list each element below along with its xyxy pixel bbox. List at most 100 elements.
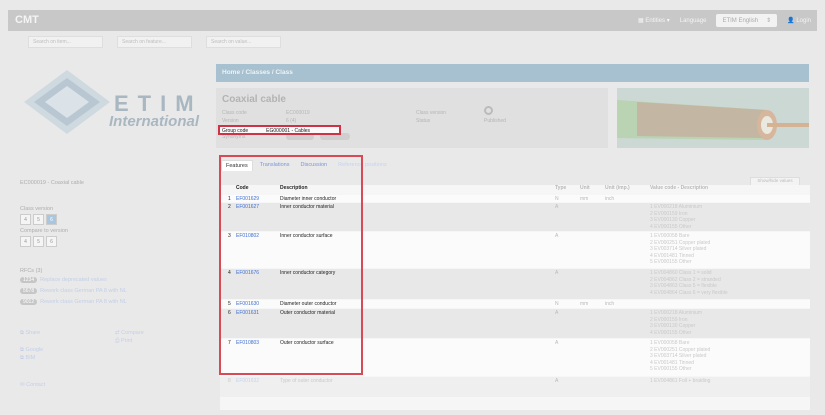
search-value-input[interactable]: Search on value... xyxy=(206,36,281,48)
compare-4-button[interactable]: 4 xyxy=(20,236,31,247)
row-number: 2 xyxy=(228,204,231,210)
user-icon: 👤 xyxy=(787,18,797,24)
brand-logo[interactable]: CMT xyxy=(15,14,39,26)
version-label: Version xyxy=(222,118,239,124)
table-row: 1 EF001629 Diameter inner conductor Nmm inch xyxy=(220,195,810,202)
rfcs-label: RFCs (3) xyxy=(20,268,43,274)
value-list: 1 EV004861 Foil + braiding xyxy=(650,378,711,384)
feature-type: N xyxy=(555,196,559,202)
class-title: Coaxial cable xyxy=(222,94,286,105)
chevron-down-icon: ⇕ xyxy=(766,18,772,24)
feature-code-link[interactable]: EF001631 xyxy=(236,310,259,316)
rfc-item[interactable]: 9012 Rework class German PA 8 with NL xyxy=(20,299,127,305)
feature-description: Type of outer conductor xyxy=(280,378,333,384)
feature-unit: mm xyxy=(580,301,589,307)
feature-description: Outer conductor surface xyxy=(280,340,334,346)
feature-description: Inner conductor category xyxy=(280,270,336,276)
google-link[interactable]: ⧉ Google xyxy=(20,347,43,354)
feature-code-link[interactable]: EF010803 xyxy=(236,340,259,346)
rfc-item[interactable]: 5678 Rework class German PA 8 with NL xyxy=(20,288,127,294)
feature-type: A xyxy=(555,233,559,239)
class-code-value: EC000019 xyxy=(286,110,310,116)
group-code-label: Group code xyxy=(222,128,249,134)
rfc-tag: 1234 xyxy=(20,277,38,283)
features-table: Code Description Type Unit Unit (imp.) V… xyxy=(220,185,810,410)
share-link[interactable]: ⧉ Share xyxy=(20,330,40,337)
entities-menu[interactable]: ▦ Entities ▾ xyxy=(638,17,670,24)
class-info-panel: Coaxial cable Class code EC000019 Versio… xyxy=(216,88,608,148)
value-list: 1 EV000218 Aluminium 2 EV000159 Iron 3 EV0… xyxy=(650,204,702,230)
value-list: 1 EV000058 Bare 2 EV000251 Copper plated 3… xyxy=(650,233,711,265)
search-bar: Search on item... Search on feature... S… xyxy=(8,36,817,52)
class-version-info-label: Class version xyxy=(416,110,447,116)
table-row: 7 EF010803 Outer conductor surface A 1 EV000… xyxy=(220,339,810,376)
row-number: 8 xyxy=(228,378,231,384)
rfc-tag: 9012 xyxy=(20,299,38,305)
sidebar-class-title: EC000019 - Coaxial cable xyxy=(20,180,84,186)
feature-code-link[interactable]: EF001676 xyxy=(236,270,259,276)
rfc-item[interactable]: 1234 Replace deprecated values xyxy=(20,277,107,283)
bim-link[interactable]: ⧉ BIM xyxy=(20,355,35,362)
contact-link[interactable]: ✉ Contact xyxy=(20,382,45,388)
value-list: 1 EV000218 Aluminium 2 EV000159 Iron 3 EV0… xyxy=(650,310,702,336)
version-value: 6 (4) xyxy=(286,118,297,124)
feature-type: A xyxy=(555,310,559,316)
row-number: 6 xyxy=(228,310,231,316)
feature-code-link[interactable]: EF001632 xyxy=(236,378,259,384)
rfc-tag: 5678 xyxy=(20,288,38,294)
version-4-button[interactable]: 4 xyxy=(20,214,31,225)
table-row: 5 EF001630 Diameter outer conductor Nmm inch xyxy=(220,300,810,308)
feature-code-link[interactable]: EF001627 xyxy=(236,204,259,210)
feature-unit-imperial: inch xyxy=(605,196,615,202)
top-navbar: CMT ▦ Entities ▾ Language ETIM English ⇕ … xyxy=(8,10,817,31)
version-5-button[interactable]: 5 xyxy=(33,214,44,225)
compare-link[interactable]: ⇄ Compare xyxy=(115,330,144,336)
row-number: 7 xyxy=(228,340,231,346)
group-code-highlight: Group code EG000001 - Cables xyxy=(218,125,341,135)
class-code-label: Class code xyxy=(222,110,247,116)
language-select[interactable]: ETIM English ⇕ xyxy=(716,14,778,27)
row-number: 5 xyxy=(228,301,231,307)
table-row: 2 EF001627 Inner conductor material A 1 EV00… xyxy=(220,203,810,231)
print-link[interactable]: ⎙ Print xyxy=(115,338,132,345)
feature-type: A xyxy=(555,204,559,210)
tab-translations[interactable]: Translations xyxy=(256,160,294,171)
row-number: 1 xyxy=(228,196,231,202)
feature-type: A xyxy=(555,340,559,346)
feature-code-link[interactable]: EF001629 xyxy=(236,196,259,202)
search-feature-input[interactable]: Search on feature... xyxy=(117,36,192,48)
feature-description: Inner conductor material xyxy=(280,204,334,210)
compare-6-button[interactable]: 6 xyxy=(46,236,57,247)
login-link[interactable]: 👤 Login xyxy=(787,17,811,24)
feature-code-link[interactable]: EF010802 xyxy=(236,233,259,239)
feature-code-link[interactable]: EF001630 xyxy=(236,301,259,307)
class-version-label: Class version xyxy=(20,206,54,212)
tab-reference-positions[interactable]: Reference positions xyxy=(334,160,391,171)
version-circle-icon xyxy=(484,106,493,115)
search-item-input[interactable]: Search on item... xyxy=(28,36,103,48)
class-version-buttons: 456 xyxy=(20,214,59,225)
table-row: 6 EF001631 Outer conductor material A 1 EV00… xyxy=(220,309,810,338)
compare-5-button[interactable]: 5 xyxy=(33,236,44,247)
group-code-value[interactable]: EG000001 - Cables xyxy=(266,128,310,134)
version-6-button[interactable]: 6 xyxy=(46,214,57,225)
language-label: Language xyxy=(679,17,707,24)
breadcrumb: Home / Classes / Class xyxy=(216,64,809,82)
row-number: 3 xyxy=(228,233,231,239)
logo-international-text: International xyxy=(109,113,200,130)
feature-description: Inner conductor surface xyxy=(280,233,333,239)
row-number: 4 xyxy=(228,270,231,276)
value-list: 1 EV000058 Bare 2 EV000251 Copper plated 3… xyxy=(650,340,711,372)
tab-discussion[interactable]: Discussion xyxy=(296,160,331,171)
value-list: 1 EV004860 Class 1 = solid 2 EV004862 Cla… xyxy=(650,270,728,296)
compare-version-buttons: 456 xyxy=(20,236,59,247)
coaxial-cable-image xyxy=(617,88,809,148)
feature-type: N xyxy=(555,301,559,307)
feature-description: Outer conductor material xyxy=(280,310,336,316)
feature-type: A xyxy=(555,270,559,276)
compare-version-label: Compare to version xyxy=(20,228,68,234)
etim-logo: ETIM International xyxy=(22,68,199,136)
tab-bar: Features Translations Discussion Referen… xyxy=(221,160,391,171)
feature-description: Diameter outer conductor xyxy=(280,301,337,307)
tab-features[interactable]: Features xyxy=(221,160,253,171)
